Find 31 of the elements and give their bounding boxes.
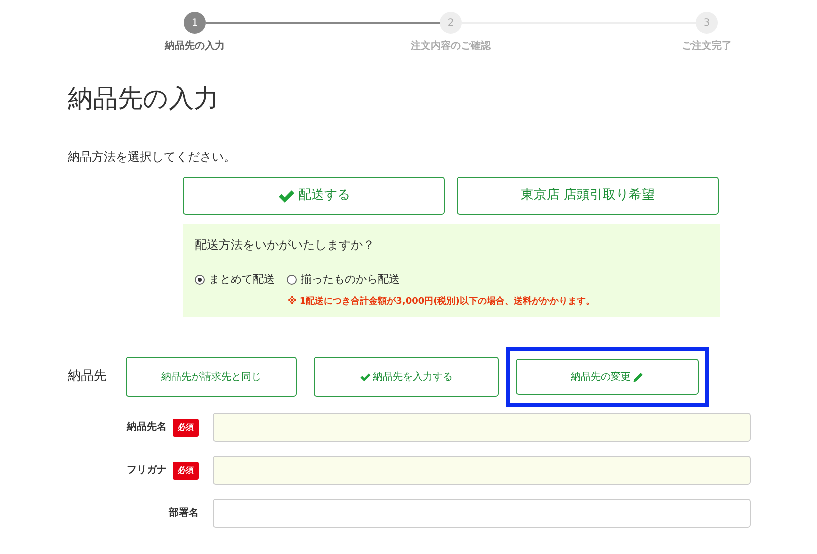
step-number: 2 (440, 12, 462, 34)
shipping-question: 配送方法をいかがいたしますか？ (195, 237, 376, 254)
instruction-text: 納品方法を選択してください。 (68, 149, 236, 166)
radio-option[interactable]: 揃ったものから配送 (287, 272, 400, 288)
step-number: 3 (696, 12, 718, 34)
radio-option[interactable]: まとめて配送 (195, 272, 275, 288)
radio-icon[interactable] (287, 275, 297, 286)
destination-button[interactable]: 納品先を入力する (314, 357, 499, 397)
radio-icon[interactable] (195, 275, 205, 286)
input-field[interactable] (213, 499, 751, 528)
step-label: ご注文完了 (681, 39, 733, 54)
radio-label: まとめて配送 (209, 272, 275, 288)
destination-label: 納品先 (68, 368, 108, 386)
radio-label: 揃ったものから配送 (301, 272, 400, 288)
input-field[interactable] (213, 413, 751, 442)
destination-button[interactable]: 納品先が請求先と同じ (126, 357, 297, 397)
step-label: 注文内容のご確認 (410, 39, 492, 54)
pencil-icon (633, 372, 644, 382)
input-field[interactable] (213, 456, 751, 485)
field-label: 納品先名 (127, 420, 167, 435)
required-badge: 必須 (173, 462, 199, 480)
delivery-method-button[interactable]: 東京店 店頭引取り希望 (457, 177, 719, 215)
shipping-note: ※ 1配送につき合計金額が3,000円(税別)以下の場合、送料がかかります。 (288, 296, 596, 308)
destination-button[interactable]: 納品先の変更 (516, 359, 699, 395)
page-title: 納品先の入力 (68, 84, 220, 114)
delivery-method-button[interactable]: 配送する (183, 177, 445, 215)
field-label: フリガナ (127, 464, 167, 478)
step-label: 納品先の入力 (164, 40, 226, 54)
step-number: 1 (184, 12, 206, 34)
required-badge: 必須 (173, 418, 199, 436)
field-label: 部署名 (169, 506, 199, 521)
